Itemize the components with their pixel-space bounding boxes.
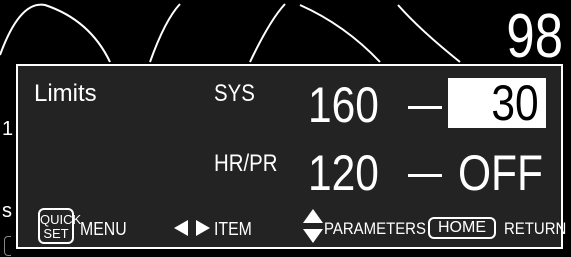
quick-set-key-line2: SET xyxy=(43,226,69,241)
parameters-hint: PARAMETERS xyxy=(324,219,426,238)
sys-label: SYS xyxy=(214,80,255,107)
home-key-label: HOME xyxy=(438,219,486,236)
quick-set-key[interactable]: QUICK SET xyxy=(38,208,82,244)
limits-panel: Limits SYS 160 30 HR/PR 120 OFF QUICK SE… xyxy=(16,64,566,249)
background-text-fragment: 1 xyxy=(2,118,14,140)
item-hint: ITEM xyxy=(214,219,252,239)
pleth-waveform xyxy=(0,3,461,63)
sys-low-limit-selected[interactable]: 30 xyxy=(448,78,546,128)
return-hint: RETURN xyxy=(504,219,567,238)
range-dash xyxy=(408,174,442,177)
spo2-value: 98 xyxy=(506,2,563,71)
sys-low-limit: 30 xyxy=(491,75,539,131)
background-key-fragment xyxy=(4,236,11,256)
range-dash xyxy=(408,106,442,109)
hr-low-limit[interactable]: OFF xyxy=(458,148,543,198)
left-right-arrows-icon xyxy=(174,220,210,236)
quick-set-key-line1: QUICK xyxy=(40,212,82,227)
panel-title: Limits xyxy=(34,80,97,107)
home-key[interactable]: HOME xyxy=(428,217,496,239)
key-hint-bar: QUICK SET MENU ITEM PARAMETERS HOME RETU… xyxy=(32,205,566,247)
menu-hint: MENU xyxy=(80,219,127,239)
sys-high-limit[interactable]: 160 xyxy=(308,80,379,130)
background-text-fragment: s xyxy=(2,200,12,222)
hr-pr-label: HR/PR xyxy=(214,150,278,177)
hr-high-limit[interactable]: 120 xyxy=(308,148,379,198)
up-down-arrows-icon xyxy=(303,209,323,243)
